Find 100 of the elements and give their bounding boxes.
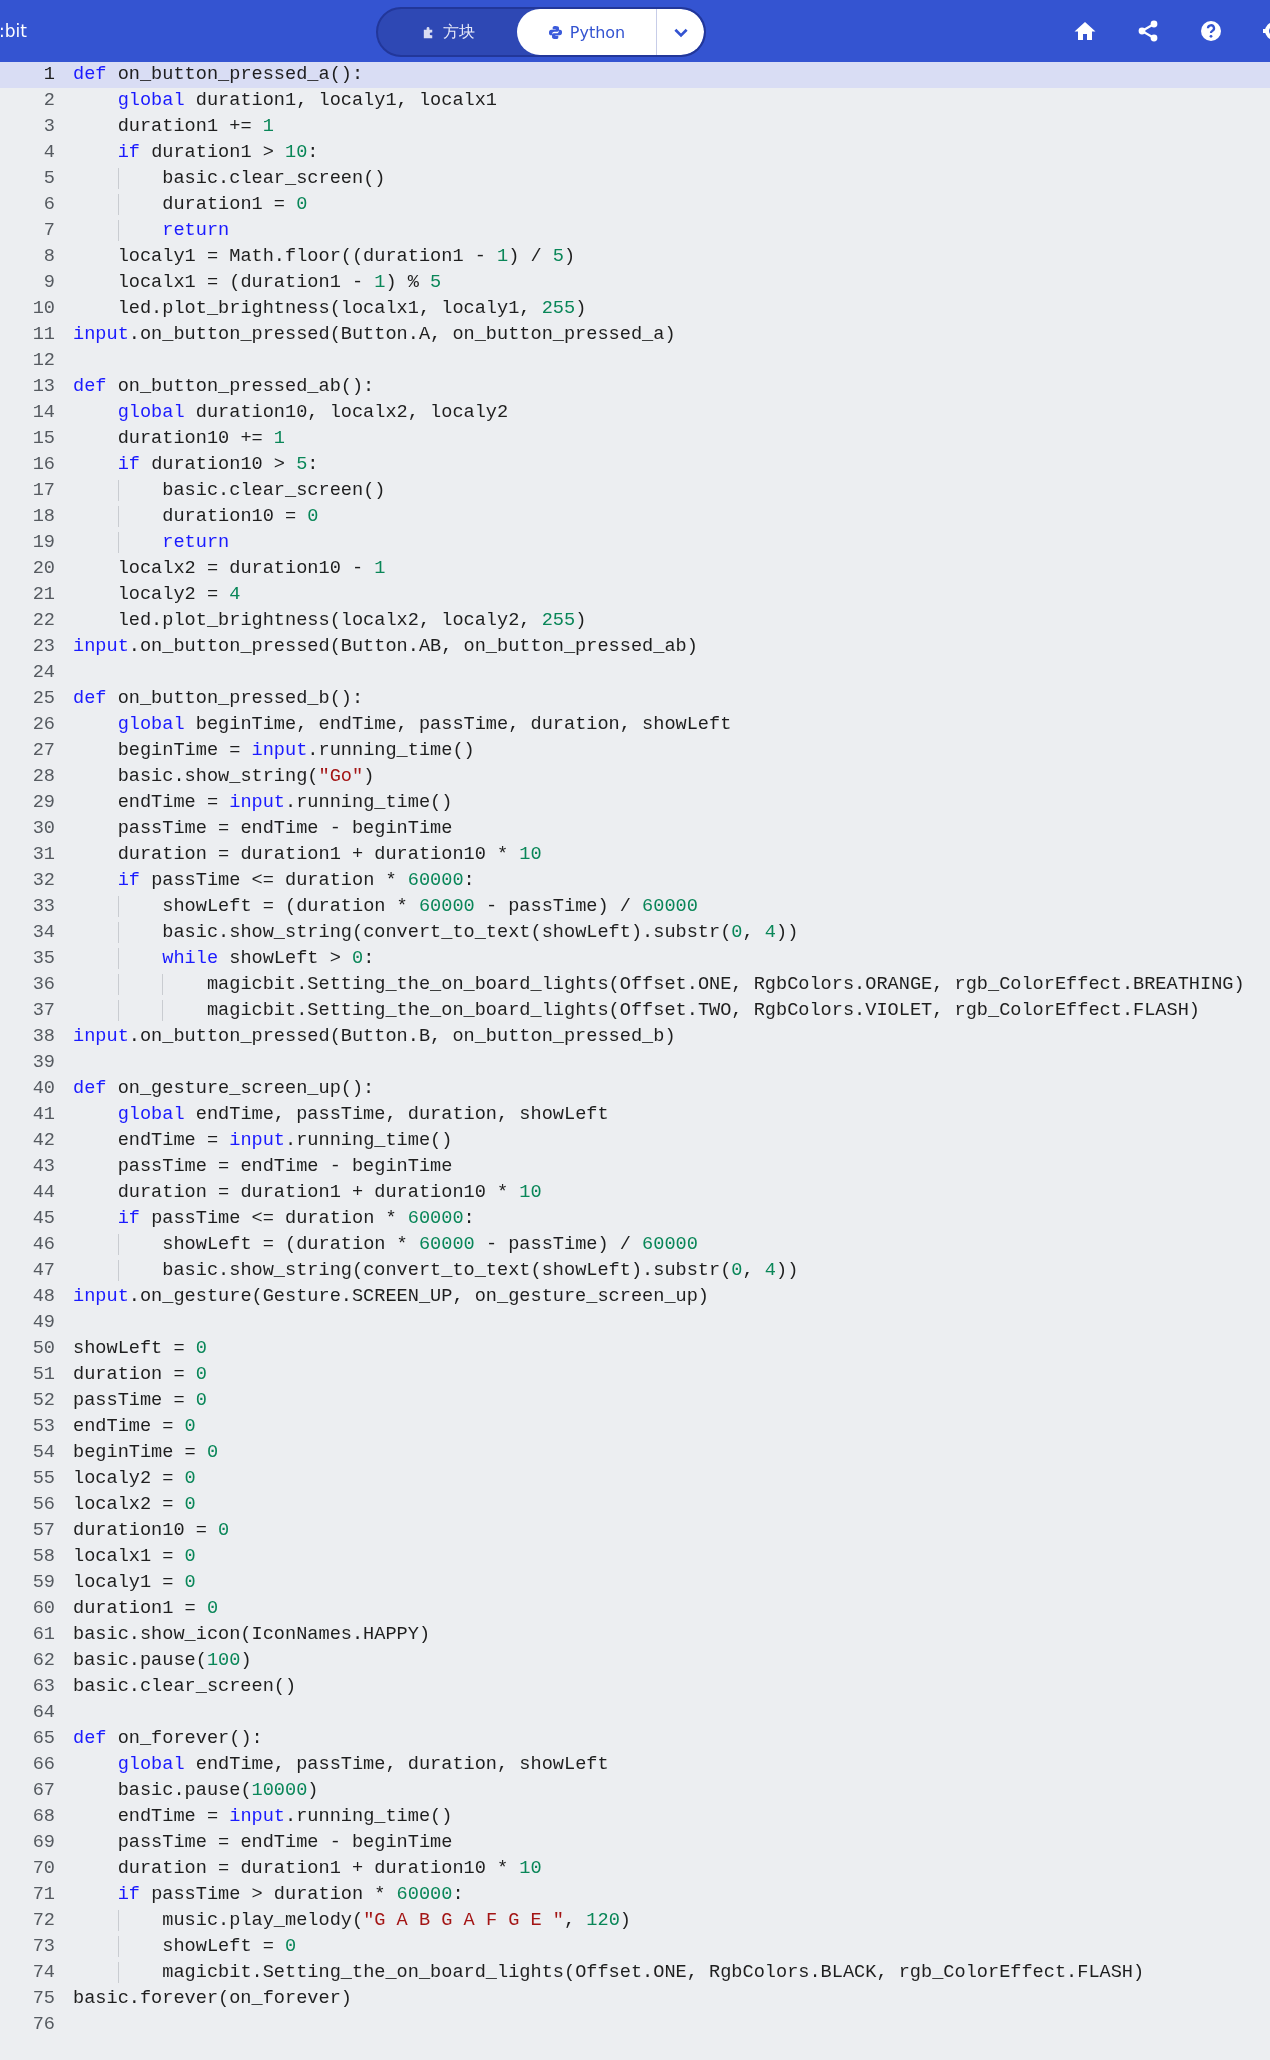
line-number: 4: [42, 141, 55, 165]
code-line: return: [73, 218, 230, 244]
code-line: global duration1, localy1, localx1: [116, 89, 498, 113]
code-line: duration1 += 1: [116, 115, 274, 139]
line-number: 22: [31, 609, 55, 633]
code-line: if passTime <= duration * 60000:: [116, 869, 475, 893]
brand-name: :bit: [0, 21, 27, 41]
line-number: 57: [31, 1519, 55, 1543]
code-line: def on_forever():: [73, 1727, 263, 1751]
line-number: 28: [31, 765, 55, 789]
code-line: global endTime, passTime, duration, showLeft: [116, 1753, 609, 1777]
code-line: input.on_button_pressed(Button.AB, on_button_pressed_ab): [73, 635, 698, 659]
line-number: 58: [31, 1545, 55, 1569]
code-line: passTime = 0: [73, 1389, 207, 1413]
code-line: basic.pause(100): [73, 1649, 252, 1673]
code-line: localy2 = 0: [73, 1467, 196, 1491]
line-number: 47: [31, 1259, 55, 1283]
line-number: 62: [31, 1649, 55, 1673]
line-number: 72: [31, 1909, 55, 1933]
line-number: 64: [31, 1701, 55, 1725]
line-number: 42: [31, 1129, 55, 1153]
line-number: 31: [31, 843, 55, 867]
line-number: 26: [31, 713, 55, 737]
line-number: 25: [31, 687, 55, 711]
line-number: 45: [31, 1207, 55, 1231]
line-number: 71: [31, 1883, 55, 1907]
code-line: magicbit.Setting_the_on_board_lights(Offset.ONE, RgbColors.BLACK, rgb_ColorEffect.FLASH): [73, 1960, 1145, 1986]
line-number: 75: [31, 1987, 55, 2011]
line-number: 17: [31, 479, 55, 503]
line-number: 7: [42, 219, 55, 243]
code-line: basic.forever(on_forever): [73, 1987, 352, 2011]
line-number: 49: [31, 1311, 55, 1335]
line-number: 54: [31, 1441, 55, 1465]
line-number: 19: [31, 531, 55, 555]
line-number: 32: [31, 869, 55, 893]
code-line: localy2 = 4: [116, 583, 241, 607]
code-line: localx1 = (duration1 - 1) % 5: [116, 271, 442, 295]
code-line: duration10 = 0: [73, 504, 319, 530]
code-line: while showLeft > 0:: [73, 946, 375, 972]
line-number: 15: [31, 427, 55, 451]
line-number: 66: [31, 1753, 55, 1777]
line-number: 5: [42, 167, 55, 191]
code-line: basic.clear_screen(): [73, 478, 386, 504]
line-number: 52: [31, 1389, 55, 1413]
line-number: 11: [31, 323, 55, 347]
help-icon[interactable]: [1199, 19, 1223, 43]
line-number: 6: [42, 193, 55, 217]
code-line: if duration10 > 5:: [116, 453, 319, 477]
line-number: 37: [31, 999, 55, 1023]
line-number: 21: [31, 583, 55, 607]
line-number: 23: [31, 635, 55, 659]
code-line: global beginTime, endTime, passTime, duration, showLeft: [116, 713, 732, 737]
home-icon[interactable]: [1073, 19, 1097, 43]
line-number: 9: [42, 271, 55, 295]
line-number: 14: [31, 401, 55, 425]
mode-tab[interactable]: Python: [517, 9, 656, 55]
code-line: if passTime > duration * 60000:: [116, 1883, 464, 1907]
code-line: basic.clear_screen(): [73, 166, 386, 192]
code-line: basic.show_string(convert_to_text(showLeft).substr(0, 4)): [73, 920, 799, 946]
code-line: basic.show_string("Go"): [116, 765, 375, 789]
code-line: duration1 = 0: [73, 192, 308, 218]
line-number: 74: [31, 1961, 55, 1985]
code-line: localx2 = 0: [73, 1493, 196, 1517]
line-number: 60: [31, 1597, 55, 1621]
code-line: duration = duration1 + duration10 * 10: [116, 843, 542, 867]
line-number: 73: [31, 1935, 55, 1959]
line-number: 38: [31, 1025, 55, 1049]
line-number: 55: [31, 1467, 55, 1491]
code-line: def on_button_pressed_ab():: [73, 375, 375, 399]
mode-tab[interactable]: 方块: [378, 9, 517, 55]
code-line: showLeft = (duration * 60000 - passTime) / 60000: [73, 894, 698, 920]
line-number: 51: [31, 1363, 55, 1387]
line-number: 39: [31, 1051, 55, 1075]
line-number: 65: [31, 1727, 55, 1751]
line-number: 13: [31, 375, 55, 399]
share-icon[interactable]: [1136, 19, 1160, 43]
line-number: 8: [42, 245, 55, 269]
line-number: 36: [31, 973, 55, 997]
code-line: magicbit.Setting_the_on_board_lights(Offset.ONE, RgbColors.ORANGE, rgb_ColorEffect.BREATHING): [73, 972, 1245, 998]
line-number: 40: [31, 1077, 55, 1101]
code-line: duration10 += 1: [116, 427, 286, 451]
line-number: 41: [31, 1103, 55, 1127]
code-line: duration = duration1 + duration10 * 10: [116, 1857, 542, 1881]
code-line: def on_button_pressed_a():: [73, 63, 364, 87]
line-number: 50: [31, 1337, 55, 1361]
line-number: 35: [31, 947, 55, 971]
code-line: def on_button_pressed_b():: [73, 687, 364, 711]
line-number: 27: [31, 739, 55, 763]
line-number: 20: [31, 557, 55, 581]
line-number: 10: [31, 297, 55, 321]
code-line: duration = duration1 + duration10 * 10: [116, 1181, 542, 1205]
code-line: return: [73, 530, 230, 556]
dropdown-button[interactable]: [656, 9, 704, 55]
line-number: 70: [31, 1857, 55, 1881]
code-line: duration10 = 0: [73, 1519, 230, 1543]
line-number: 68: [31, 1805, 55, 1829]
line-number: 34: [31, 921, 55, 945]
code-line: basic.pause(10000): [116, 1779, 319, 1803]
code-line: music.play_melody("G A B G A F G E ", 120): [73, 1908, 631, 1934]
code-line: def on_gesture_screen_up():: [73, 1077, 375, 1101]
